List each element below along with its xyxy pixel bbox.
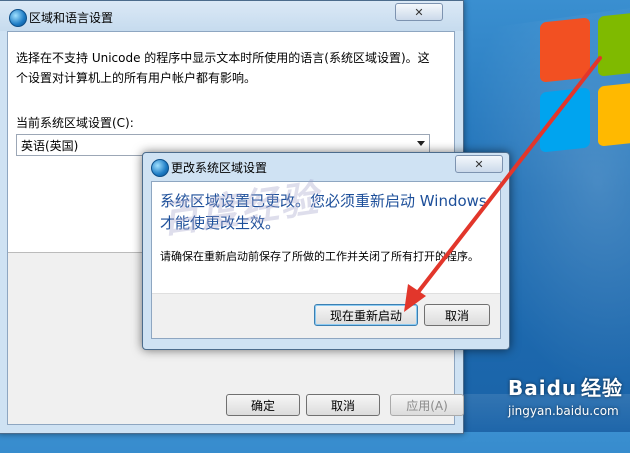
change-dialog-title: 更改系统区域设置 [171,161,268,175]
change-body: 系统区域设置已更改。您必须重新启动 Windows 才能使更改生效。 请确保在重… [151,181,501,339]
windows-logo-yellow [598,81,630,147]
windows-logo-blue [540,87,590,153]
baidu-logo: Baidu 经验 jingyan.baidu.com [508,372,623,418]
locale-description: 选择在不支持 Unicode 的程序中显示文本时所使用的语言(系统区域设置)。这… [16,51,430,85]
restart-warning: 请确保在重新启动前保存了所做的工作并关闭了所有打开的程序。 [160,250,479,263]
apply-button[interactable]: 应用(A) [390,394,464,416]
change-footer: 现在重新启动 取消 [152,293,500,338]
change-titlebar[interactable]: 更改系统区域设置 ✕ [143,153,509,181]
restart-headline: 系统区域设置已更改。您必须重新启动 Windows 才能使更改生效。 [160,192,487,232]
windows-logo-green [598,11,630,77]
globe-icon [151,159,169,177]
chevron-down-icon [417,141,425,146]
current-locale-label: 当前系统区域设置(C): [16,116,134,130]
windows-logo-red [540,17,590,83]
globe-icon [9,9,27,27]
baidu-url: jingyan.baidu.com [508,404,619,418]
baidu-jingyan-text: 经验 [580,376,623,400]
restart-now-button[interactable]: 现在重新启动 [314,304,418,326]
change-locale-dialog: 更改系统区域设置 ✕ 系统区域设置已更改。您必须重新启动 Windows 才能使… [142,152,510,350]
windows-logo [540,11,630,170]
baidu-logo-text: Baidu [508,376,578,400]
main-dialog-title: 区域和语言设置 [29,11,114,25]
main-titlebar[interactable]: 区域和语言设置 ✕ [0,1,463,31]
change-close-button[interactable]: ✕ [455,155,503,173]
change-cancel-button[interactable]: 取消 [424,304,490,326]
ok-button[interactable]: 确定 [226,394,300,416]
system-locale-value: 英语(英国) [21,138,79,153]
main-close-button[interactable]: ✕ [395,3,443,21]
cancel-button[interactable]: 取消 [306,394,380,416]
